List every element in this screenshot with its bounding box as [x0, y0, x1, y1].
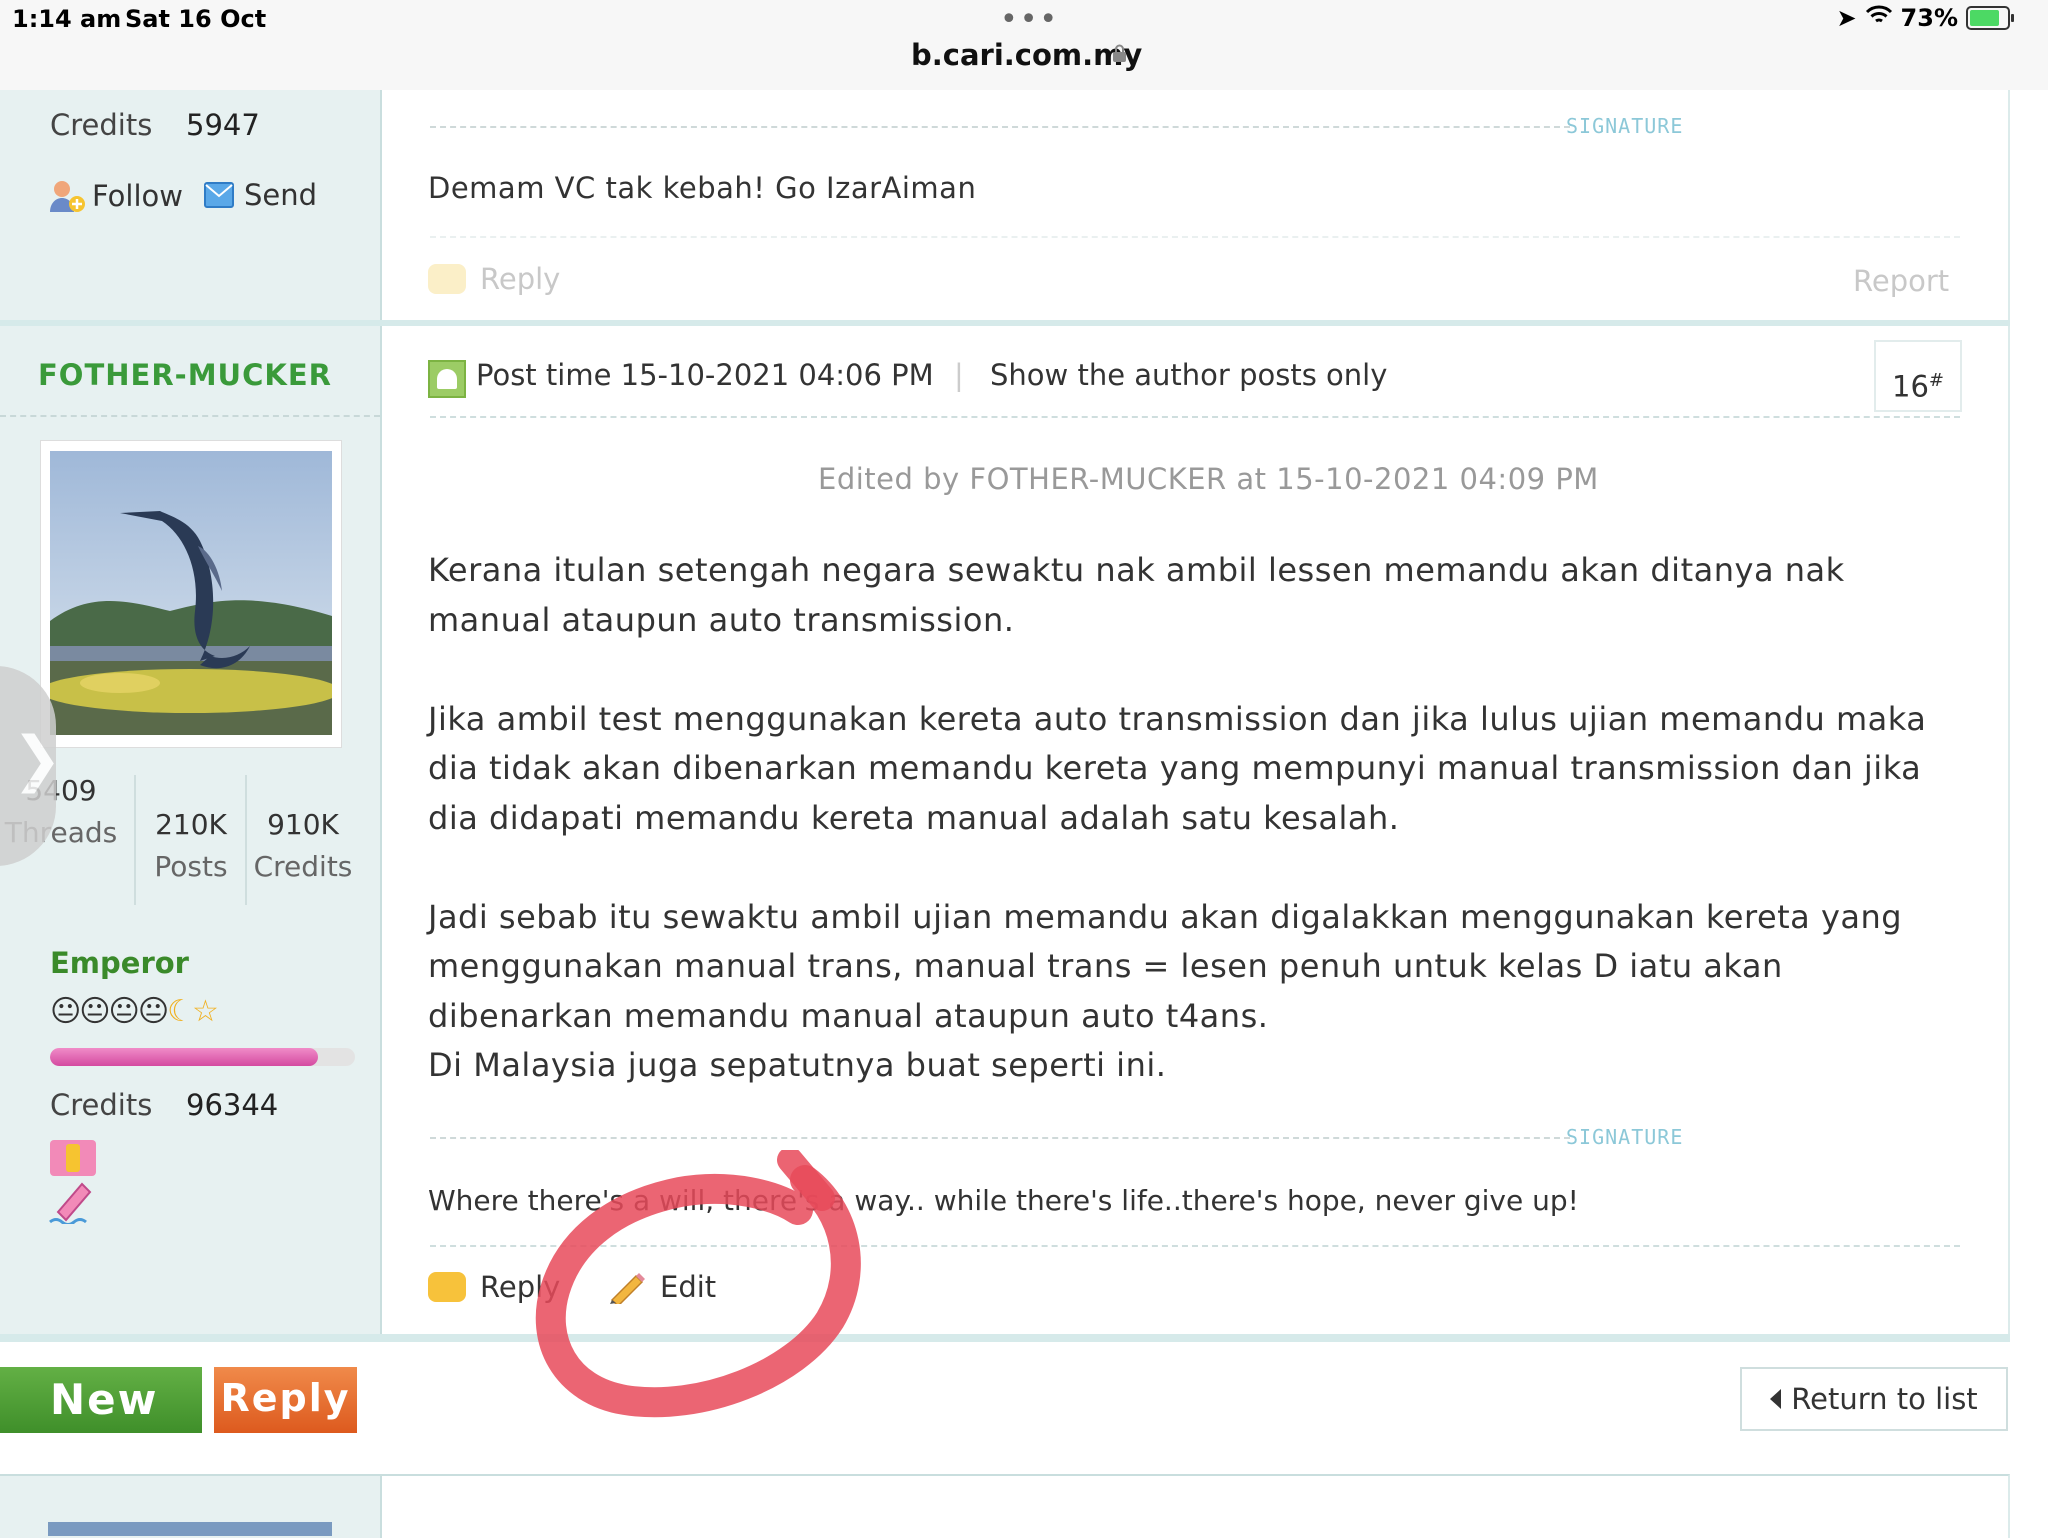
- post-paragraph: Kerana itulan setengah negara sewaktu na…: [428, 551, 1845, 639]
- caret-left-icon: [1770, 1389, 1782, 1409]
- follow-user-icon: [50, 181, 85, 212]
- reply-bubble-icon: [428, 1272, 466, 1302]
- header-divider: [430, 416, 1960, 418]
- next-post-body: [382, 1474, 2010, 1538]
- report-link[interactable]: Report: [1853, 264, 1949, 298]
- credits-value: 96344: [186, 1088, 279, 1122]
- status-bar: 1:14 am Sat 16 Oct ••• b.cari.com.my ➤ 7…: [0, 0, 2048, 90]
- envelope-icon: [204, 182, 234, 208]
- edited-note: Edited by FOTHER-MUCKER at 15-10-2021 04…: [818, 462, 1599, 496]
- location-icon: ➤: [1836, 4, 1857, 32]
- signature-label: SIGNATURE: [1566, 1125, 1684, 1149]
- online-status-icon: [428, 360, 466, 398]
- battery-percent: 73%: [1900, 4, 1958, 32]
- reply-thread-button[interactable]: Reply: [214, 1367, 357, 1433]
- stat-credits[interactable]: 910K Credits: [248, 804, 358, 888]
- status-right: ➤ 73%: [1836, 4, 2014, 32]
- signature-divider: [430, 1137, 1570, 1139]
- address-bar-url[interactable]: b.cari.com.my: [911, 38, 1142, 72]
- header-separator: |: [954, 358, 964, 392]
- return-to-list-button[interactable]: Return to list: [1740, 1367, 2008, 1431]
- next-avatar[interactable]: [48, 1522, 332, 1536]
- prev-credits-value: 5947: [186, 108, 260, 142]
- chevron-right-icon: ❯: [12, 724, 63, 794]
- actions-divider: [430, 236, 1960, 238]
- stat-separator: [245, 775, 247, 905]
- prev-credits-label: Credits: [50, 108, 153, 142]
- rank-title: Emperor: [50, 946, 189, 980]
- avatar-image: [50, 451, 332, 735]
- wifi-icon: [1865, 4, 1893, 32]
- signature-divider: [430, 126, 1570, 128]
- post-paragraph: Jika ambil test menggunakan kereta auto …: [428, 699, 1927, 837]
- prev-reply-label: Reply: [480, 262, 561, 296]
- medal-icon[interactable]: [48, 1138, 98, 1224]
- follow-label: Follow: [92, 179, 183, 213]
- floor-number[interactable]: 16#: [1874, 340, 1962, 412]
- status-date: Sat 16 Oct: [125, 5, 267, 33]
- rank-stars-icon: 😐😐😐😐☾☆: [50, 994, 219, 1029]
- send-message-button[interactable]: Send: [204, 178, 317, 212]
- avatar[interactable]: [40, 440, 342, 748]
- rank-progress-bar: [50, 1048, 355, 1066]
- credits-label: Credits: [50, 1088, 153, 1122]
- show-author-only-link[interactable]: Show the author posts only: [990, 358, 1387, 392]
- post-content: Kerana itulan setengah negara sewaktu na…: [428, 546, 1968, 1140]
- new-thread-button[interactable]: New: [0, 1367, 202, 1433]
- side-panel-handle[interactable]: ❯: [0, 666, 62, 866]
- post-time: Post time 15-10-2021 04:06 PM: [476, 358, 934, 392]
- stat-posts[interactable]: 210K Posts: [136, 804, 246, 888]
- post-paragraph: Jadi sebab itu sewaktu ambil ujian meman…: [428, 897, 1903, 1085]
- prev-reply-button[interactable]: Reply: [428, 262, 560, 296]
- more-dots-icon[interactable]: •••: [1000, 2, 1059, 37]
- send-label: Send: [244, 178, 318, 212]
- prev-signature-text: Demam VC tak kebah! Go IzarAiman: [428, 171, 977, 205]
- lock-icon: [1113, 44, 1126, 62]
- author-name[interactable]: FOTHER-MUCKER: [38, 358, 332, 392]
- follow-button[interactable]: Follow: [48, 178, 183, 214]
- author-divider: [0, 415, 380, 417]
- battery-icon: [1966, 6, 2014, 30]
- status-time: 1:14 am: [12, 5, 122, 33]
- prev-post-body: [382, 90, 2010, 320]
- annotation-circle: [535, 1150, 861, 1418]
- reply-bubble-icon: [428, 264, 466, 294]
- signature-label: SIGNATURE: [1566, 114, 1684, 138]
- post-bottom-bar: [0, 1334, 2010, 1342]
